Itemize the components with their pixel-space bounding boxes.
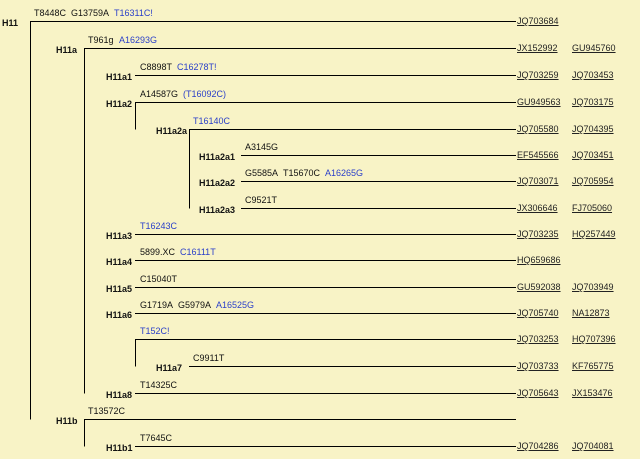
- accession-link[interactable]: FJ705060: [572, 203, 612, 214]
- haplogroup-label: H11: [2, 18, 19, 28]
- mutation-label: C9521T: [245, 195, 278, 205]
- accession-link[interactable]: JQ705643: [517, 388, 559, 399]
- haplogroup-label: H11a2: [106, 99, 133, 109]
- mutation-label: T8448C: [34, 8, 67, 18]
- mutation-label: T15670C: [283, 168, 321, 178]
- accession-link[interactable]: KF765775: [572, 361, 614, 372]
- mutation-label: T16140C: [193, 116, 231, 126]
- accession-link[interactable]: JX153476: [572, 388, 613, 399]
- mutation-label: G5979A: [178, 300, 212, 310]
- mutation-label: C8898T: [140, 62, 173, 72]
- haplogroup-label: H11a8: [106, 390, 133, 400]
- accession-link[interactable]: NA12873: [572, 308, 610, 319]
- mutation-label: C15040T: [140, 274, 178, 284]
- mutation-label: C9911T: [193, 353, 225, 363]
- haplogroup-label: H11a5: [106, 284, 133, 294]
- accession-link[interactable]: JQ703949: [572, 282, 614, 293]
- accession-link[interactable]: JQ705580: [517, 124, 559, 135]
- mutation-label: A14587G: [140, 89, 179, 99]
- mutation-label: G1719A: [140, 300, 174, 310]
- accession-link[interactable]: JQ703175: [572, 97, 614, 108]
- haplogroup-label: H11a7: [156, 363, 183, 373]
- accession-link[interactable]: JQ705954: [572, 176, 614, 187]
- accession-link[interactable]: JQ703235: [517, 229, 559, 240]
- accession-link[interactable]: JQ703453: [572, 70, 614, 81]
- mutation-label: T14325C: [140, 380, 178, 390]
- accession-link[interactable]: GU592038: [517, 282, 561, 293]
- mutation-label: A16525G: [216, 300, 255, 310]
- haplogroup-label: H11a4: [106, 257, 133, 267]
- accession-link[interactable]: HQ257449: [572, 229, 616, 240]
- accession-link[interactable]: JQ703071: [517, 176, 559, 187]
- mutation-label: G5585A: [245, 168, 279, 178]
- haplogroup-label: H11a2a: [156, 126, 188, 136]
- accession-link[interactable]: JX152992: [517, 43, 558, 54]
- accession-link[interactable]: JQ704286: [517, 441, 559, 452]
- accession-link[interactable]: HQ659686: [517, 255, 561, 266]
- haplogroup-label: H11a1: [106, 72, 133, 82]
- phylogenetic-tree: H11 T8448C G13759A T16311C! JQ703684 H11a T961…: [0, 0, 640, 459]
- mutation-label: G13759A: [71, 8, 110, 18]
- accession-link[interactable]: JQ704395: [572, 124, 614, 135]
- haplogroup-label: H11a: [56, 45, 78, 55]
- accession-link[interactable]: JQ703253: [517, 334, 559, 345]
- mutation-label: T16243C: [140, 221, 178, 231]
- haplogroup-label: H11a2a1: [199, 152, 236, 162]
- mutation-label: (T16092C): [183, 89, 227, 99]
- mutation-label: C16278T!: [177, 62, 217, 72]
- accession-link[interactable]: JQ703451: [572, 150, 614, 161]
- mutation-label: T961g: [88, 35, 114, 45]
- mutation-label: 5899.XC: [140, 247, 176, 257]
- mutation-label: T13572C: [88, 406, 126, 416]
- haplogroup-label: H11b1: [106, 443, 133, 453]
- mutation-label: T7645C: [140, 433, 173, 443]
- haplogroup-label: H11a2a3: [199, 205, 236, 215]
- accession-link[interactable]: GU949563: [517, 97, 561, 108]
- haplogroup-label: H11a6: [106, 310, 133, 320]
- accession-link[interactable]: GU945760: [572, 43, 616, 54]
- haplogroup-label: H11a2a2: [199, 178, 236, 188]
- accession-link[interactable]: JQ703733: [517, 361, 559, 372]
- accession-link[interactable]: HQ707396: [572, 334, 616, 345]
- mutation-label: T16311C!: [114, 8, 153, 18]
- mutation-label: T152C!: [140, 326, 170, 336]
- haplogroup-label: H11a3: [106, 231, 133, 241]
- accession-link[interactable]: EF545566: [517, 150, 559, 161]
- accession-link[interactable]: JQ704081: [572, 441, 614, 452]
- accession-link[interactable]: JX306646: [517, 203, 558, 214]
- accession-link[interactable]: JQ705740: [517, 308, 559, 319]
- mutation-label: A16293G: [119, 35, 158, 45]
- mutation-label: A16265G: [325, 168, 364, 178]
- mutation-label: C16111T: [180, 247, 216, 257]
- mutation-label: A3145G: [245, 142, 279, 152]
- accession-link[interactable]: JQ703259: [517, 70, 559, 81]
- haplogroup-label: H11b: [56, 416, 78, 426]
- accession-link[interactable]: JQ703684: [517, 16, 559, 27]
